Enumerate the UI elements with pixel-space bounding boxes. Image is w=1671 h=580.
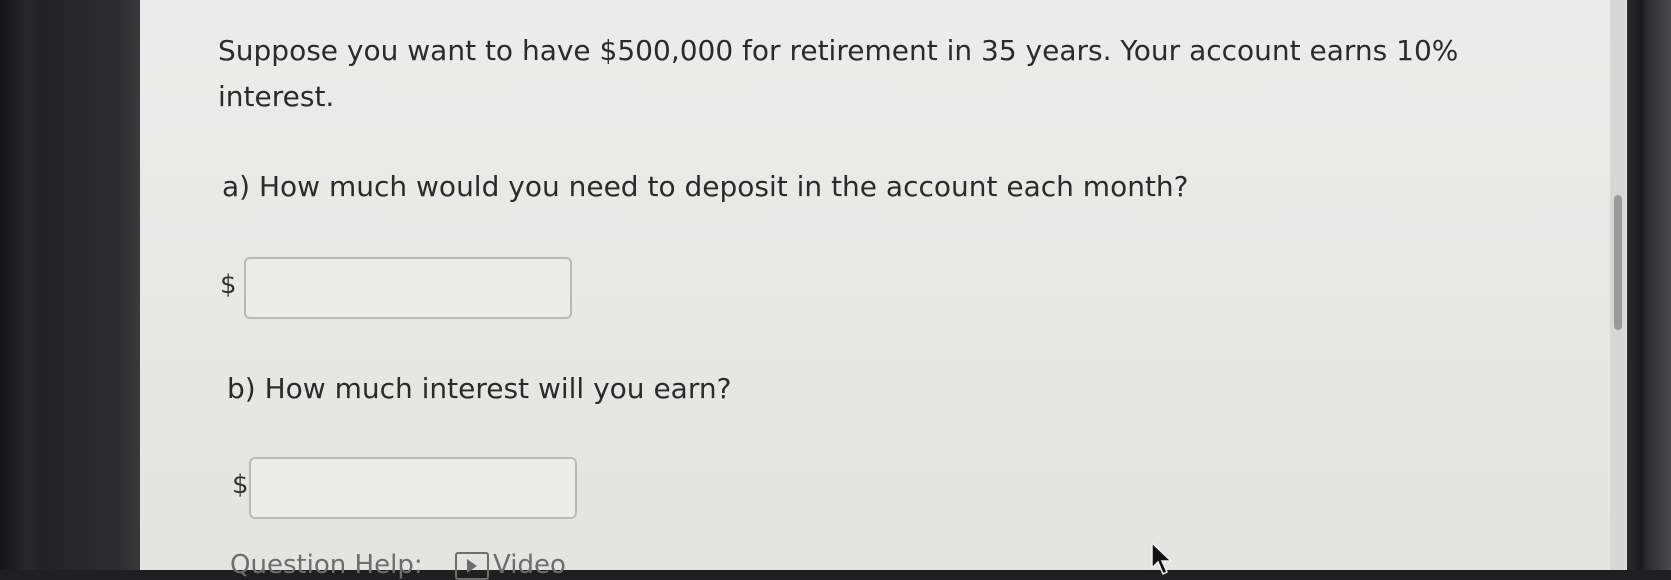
mouse-cursor-icon: [1150, 541, 1174, 580]
part-b-answer-input[interactable]: [249, 457, 577, 519]
question-help-label: Question Help:: [230, 550, 423, 580]
question-prompt: Suppose you want to have $500,000 for re…: [218, 34, 1459, 113]
screen-bezel-right: [1627, 0, 1671, 570]
scrollbar-thumb[interactable]: [1614, 195, 1622, 330]
part-b-label: b) How much interest will you earn?: [227, 372, 732, 405]
part-a-answer-input[interactable]: [244, 257, 572, 319]
part-a-label: a) How much would you need to deposit in…: [222, 170, 1189, 203]
dollar-sign-a: $: [220, 270, 237, 300]
video-help-link[interactable]: Video: [455, 550, 566, 580]
video-link-label: Video: [493, 550, 566, 580]
screen-bezel-left: [0, 0, 140, 570]
dollar-sign-b: $: [232, 470, 249, 500]
video-play-icon: [455, 551, 489, 580]
